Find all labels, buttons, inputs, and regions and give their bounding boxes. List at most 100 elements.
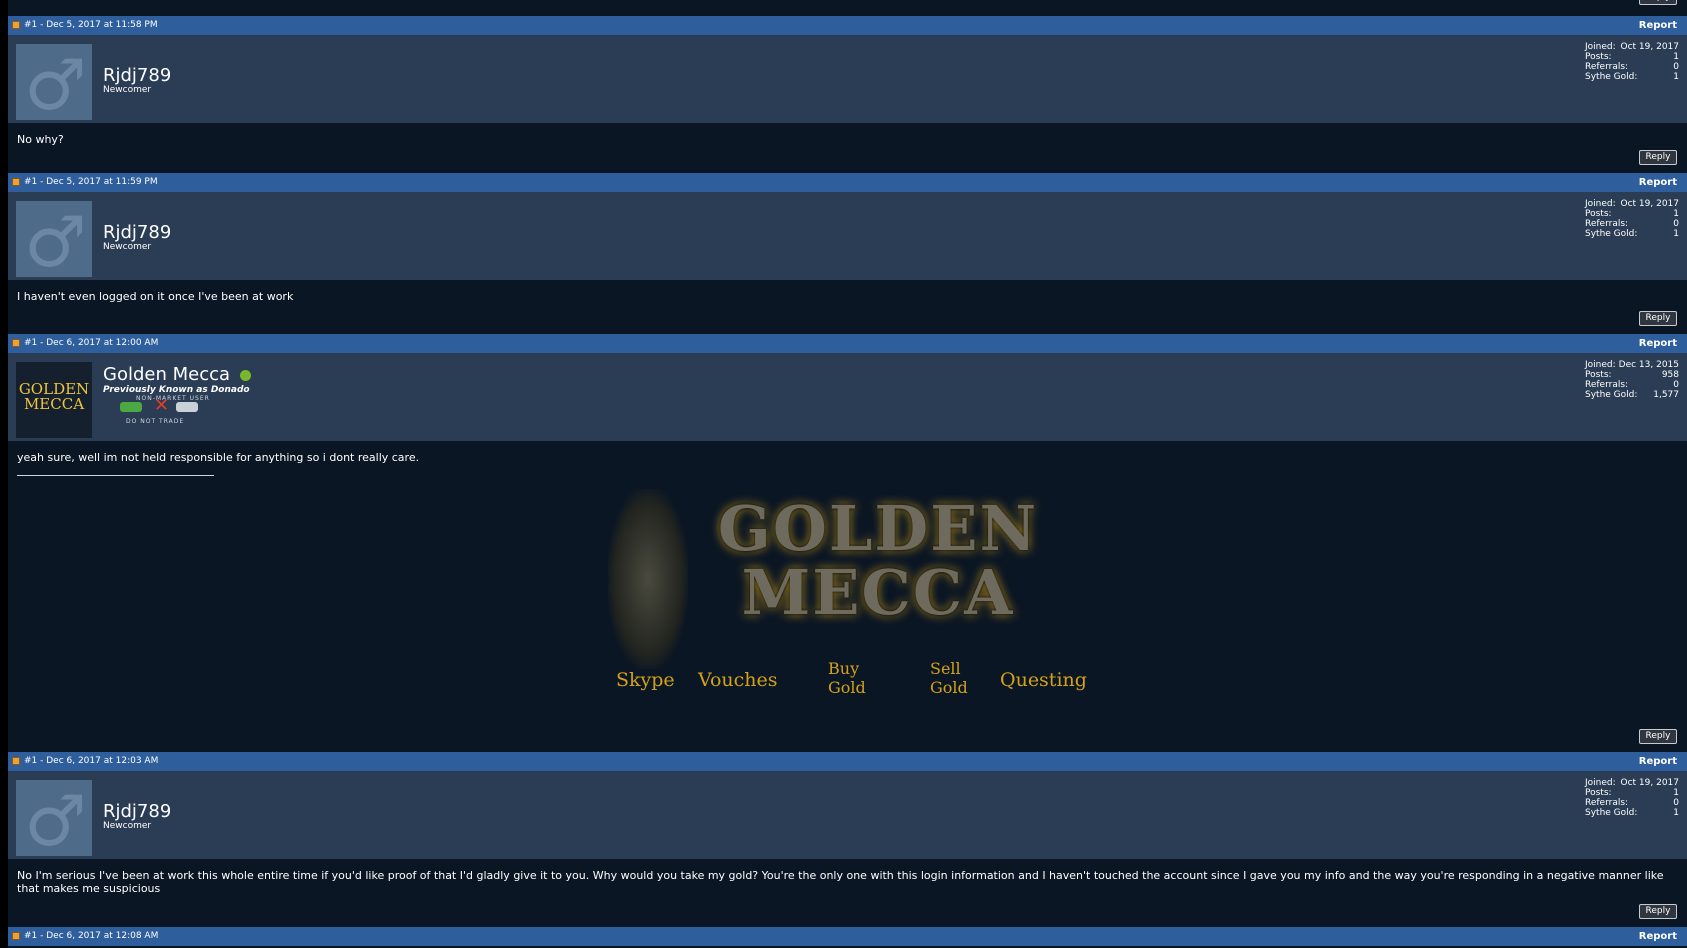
user-info-bar: ♂ Rjdj789 Newcomer Joined: Oct 19, 2017 P…	[8, 771, 1687, 859]
stat-gold: 1	[1673, 72, 1679, 82]
post-body: No I'm serious I've been at work this wh…	[8, 859, 1687, 927]
previous-post-footer: Reply	[8, 0, 1687, 16]
avatar[interactable]: ♂	[16, 44, 92, 120]
post-header: #1 - Dec 5, 2017 at 11:59 PM Report	[8, 173, 1687, 192]
post-permalink[interactable]: #1 - Dec 5, 2017 at 11:58 PM	[24, 16, 158, 35]
post-permalink[interactable]: #1 - Dec 6, 2017 at 12:03 AM	[24, 752, 158, 771]
user-stats: Joined: Dec 13, 2015 Posts: 958 Referrals:…	[1585, 360, 1679, 400]
banner-title: GOLDEN MECCA	[717, 492, 1039, 629]
stat-label: Joined:	[1585, 42, 1616, 52]
username[interactable]: Golden Mecca	[103, 364, 252, 385]
reply-button[interactable]: Reply	[1639, 904, 1677, 919]
stat-referrals: 0	[1673, 219, 1679, 229]
online-indicator-icon	[240, 369, 252, 381]
post-body: No why? Reply	[8, 123, 1687, 173]
stat-referrals: 0	[1673, 798, 1679, 808]
post-body: yeah sure, well im not held responsible …	[8, 441, 1687, 752]
stat-referrals: 0	[1673, 62, 1679, 72]
banner-links: Skype Vouches Buy Gold Sell Gold Questin…	[616, 659, 1096, 707]
stat-label: Sythe Gold:	[1585, 390, 1638, 400]
post-body: I haven't even logged on it once I've be…	[8, 280, 1687, 334]
post: #1 - Dec 6, 2017 at 12:03 AM Report ♂ Rj…	[8, 752, 1687, 927]
badge-bottom-text: DO NOT TRADE	[126, 418, 185, 425]
stat-label: Joined:	[1585, 360, 1616, 370]
report-link[interactable]: Report	[1639, 16, 1677, 35]
post-status-icon	[12, 932, 20, 940]
stat-label: Posts:	[1585, 52, 1612, 62]
reply-button[interactable]: Reply	[1639, 150, 1677, 165]
questing-link[interactable]: Questing	[1000, 671, 1087, 690]
post-message: No why?	[17, 133, 64, 146]
post-header: #1 - Dec 6, 2017 at 12:00 AM Report	[8, 334, 1687, 353]
stat-referrals: 0	[1673, 380, 1679, 390]
report-link[interactable]: Report	[1639, 927, 1677, 946]
vouches-link[interactable]: Vouches	[698, 671, 778, 690]
stat-gold: 1	[1673, 808, 1679, 818]
username[interactable]: Rjdj789	[103, 222, 171, 243]
reply-button[interactable]: Reply	[1639, 311, 1677, 326]
avatar[interactable]: GOLDEN MECCA	[16, 362, 92, 438]
golden-mecca-logo: GOLDEN MECCA	[18, 380, 90, 413]
stat-label: Sythe Gold:	[1585, 808, 1638, 818]
post-status-icon	[12, 339, 20, 347]
stat-joined: Oct 19, 2017	[1620, 199, 1680, 209]
stat-label: Posts:	[1585, 788, 1612, 798]
post-header: #1 - Dec 6, 2017 at 12:03 AM Report	[8, 752, 1687, 771]
buy-gold-link[interactable]: Buy Gold	[828, 659, 866, 697]
post-permalink[interactable]: #1 - Dec 6, 2017 at 12:08 AM	[24, 927, 158, 946]
post-permalink[interactable]: #1 - Dec 6, 2017 at 12:00 AM	[24, 334, 158, 353]
stat-label: Posts:	[1585, 209, 1612, 219]
post-message: yeah sure, well im not held responsible …	[17, 451, 420, 464]
post-status-icon	[12, 757, 20, 765]
stat-joined: Oct 19, 2017	[1620, 42, 1680, 52]
stat-label: Sythe Gold:	[1585, 72, 1638, 82]
skype-link[interactable]: Skype	[616, 671, 675, 690]
post-permalink[interactable]: #1 - Dec 5, 2017 at 11:59 PM	[24, 173, 158, 192]
stat-joined: Oct 19, 2017	[1620, 778, 1680, 788]
stat-label: Referrals:	[1585, 380, 1629, 390]
stat-label: Referrals:	[1585, 219, 1629, 229]
reply-button[interactable]: Reply	[1639, 729, 1677, 744]
user-stats: Joined: Oct 19, 2017 Posts: 1 Referrals: 0 …	[1585, 42, 1679, 82]
report-link[interactable]: Report	[1639, 334, 1677, 353]
user-stats: Joined: Oct 19, 2017 Posts: 1 Referrals: 0 …	[1585, 778, 1679, 818]
username-text: Golden Mecca	[103, 364, 231, 385]
stat-label: Sythe Gold:	[1585, 229, 1638, 239]
stat-gold: 1,577	[1653, 390, 1679, 400]
post-message: I haven't even logged on it once I've be…	[17, 290, 294, 303]
stat-posts: 958	[1661, 370, 1679, 380]
user-title: Newcomer	[103, 821, 152, 831]
male-icon: ♂	[24, 44, 87, 120]
do-not-trade-badge: NON-MARKET USER ✕ DO NOT TRADE	[108, 395, 218, 425]
avatar[interactable]: ♂	[16, 780, 92, 856]
stat-label: Posts:	[1585, 370, 1612, 380]
stat-label: Joined:	[1585, 778, 1616, 788]
stat-joined: Dec 13, 2015	[1618, 360, 1679, 370]
post: #1 - Dec 6, 2017 at 12:08 AM Report	[8, 927, 1687, 946]
reply-button[interactable]: Reply	[1639, 0, 1677, 5]
username[interactable]: Rjdj789	[103, 65, 171, 86]
male-icon: ♂	[24, 201, 87, 277]
post: #1 - Dec 5, 2017 at 11:59 PM Report ♂ Rj…	[8, 173, 1687, 334]
signature-divider	[17, 475, 214, 476]
stat-label: Referrals:	[1585, 798, 1629, 808]
handshake-icon	[120, 402, 142, 412]
user-info-bar: GOLDEN MECCA Golden Mecca Previously Kno…	[8, 353, 1687, 441]
post-status-icon	[12, 178, 20, 186]
post-message: No I'm serious I've been at work this wh…	[17, 869, 1664, 895]
report-link[interactable]: Report	[1639, 173, 1677, 192]
left-gutter	[0, 0, 8, 948]
username[interactable]: Rjdj789	[103, 801, 171, 822]
user-title: Previously Known as Donado	[103, 385, 250, 395]
user-info-bar: ♂ Rjdj789 Newcomer Joined: Oct 19, 2017 P…	[8, 35, 1687, 123]
x-icon: ✕	[154, 395, 170, 416]
avatar[interactable]: ♂	[16, 201, 92, 277]
thread: Reply #1 - Dec 5, 2017 at 11:58 PM Repor…	[8, 0, 1687, 946]
signature-banner: GOLDEN MECCA Skype Vouches Buy Gold Sell…	[598, 489, 1118, 699]
stat-posts: 1	[1673, 209, 1679, 219]
user-title: Newcomer	[103, 85, 152, 95]
report-link[interactable]: Report	[1639, 752, 1677, 771]
post-header: #1 - Dec 6, 2017 at 12:08 AM Report	[8, 927, 1687, 946]
sell-gold-link[interactable]: Sell Gold	[930, 659, 968, 697]
post: #1 - Dec 6, 2017 at 12:00 AM Report GOLD…	[8, 334, 1687, 752]
